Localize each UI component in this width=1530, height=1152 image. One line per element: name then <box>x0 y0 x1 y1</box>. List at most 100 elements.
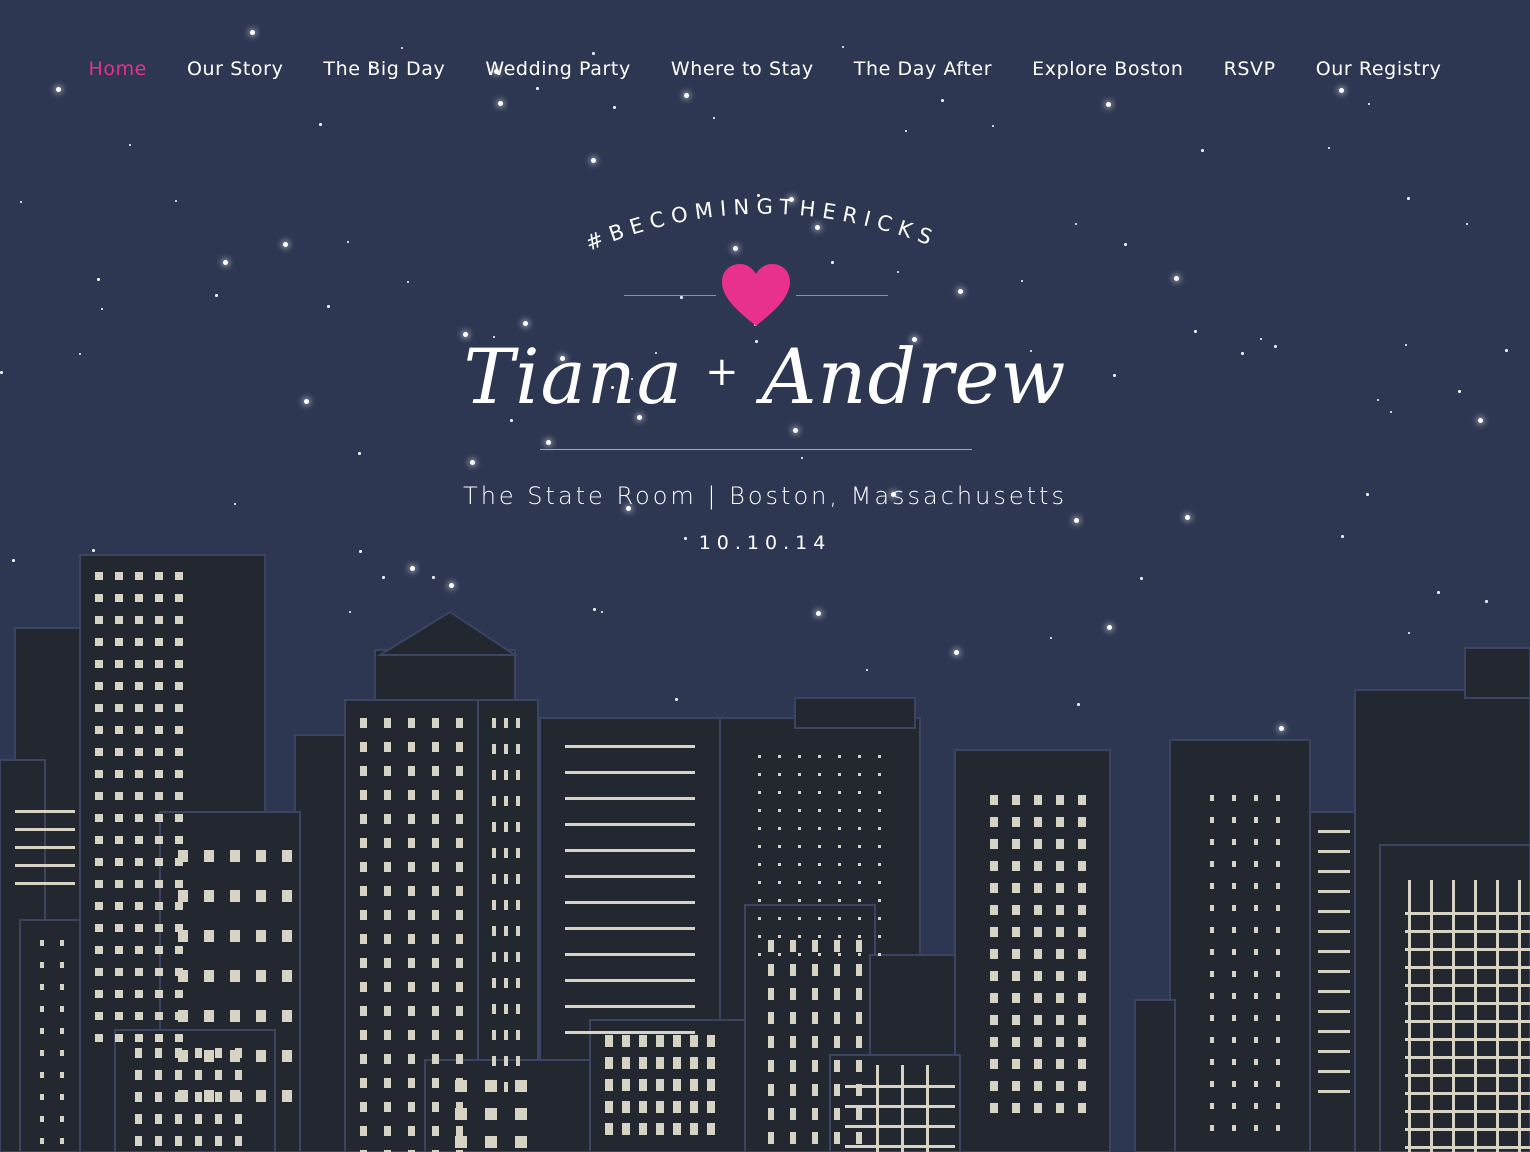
building-window <box>1318 970 1350 973</box>
building-window <box>155 770 163 778</box>
building-window <box>1276 905 1280 911</box>
building-window <box>1232 839 1236 845</box>
building-window <box>384 886 391 896</box>
building-window <box>758 809 761 812</box>
building-window <box>115 880 123 888</box>
building-window <box>408 1030 415 1040</box>
building-window <box>818 773 821 776</box>
building-window <box>230 970 240 982</box>
building-window <box>878 755 881 758</box>
building-window <box>1232 927 1236 933</box>
building-window <box>858 755 861 758</box>
building-window <box>384 790 391 800</box>
building-window <box>230 850 240 862</box>
building-window <box>504 874 508 884</box>
building-window <box>818 863 821 866</box>
building-window <box>838 827 841 830</box>
building-window <box>1210 1059 1214 1065</box>
building-window <box>235 1048 242 1058</box>
building-window <box>282 1090 292 1102</box>
building-window <box>115 924 123 932</box>
building-window <box>235 1092 242 1102</box>
building-window <box>195 1114 202 1124</box>
building-window <box>135 594 143 602</box>
building-window <box>1012 817 1020 827</box>
building-window <box>768 964 774 976</box>
building-window <box>758 845 761 848</box>
building-window <box>798 881 801 884</box>
building-window <box>812 1060 818 1072</box>
building-window <box>1034 839 1042 849</box>
building-window <box>515 1080 527 1092</box>
building-window <box>432 718 439 728</box>
building-window <box>155 902 163 910</box>
building-window <box>516 926 520 936</box>
building-window <box>990 817 998 827</box>
building-window <box>1210 1015 1214 1021</box>
building-window <box>565 745 695 748</box>
building-window <box>1276 1059 1280 1065</box>
building-window <box>384 862 391 872</box>
building-window <box>768 1084 774 1096</box>
building <box>829 1054 961 1152</box>
building-window <box>456 1006 463 1016</box>
building-window <box>1034 1059 1042 1069</box>
building-window <box>790 964 796 976</box>
building-window <box>175 638 183 646</box>
building-window <box>1012 861 1020 871</box>
building-window <box>1056 861 1064 871</box>
building-window <box>622 1123 630 1135</box>
building-window <box>135 726 143 734</box>
building-window <box>256 850 266 862</box>
building-window <box>1210 971 1214 977</box>
building-window <box>504 1030 508 1040</box>
building-window <box>215 1048 222 1058</box>
building-window <box>690 1123 698 1135</box>
building-window <box>40 1072 44 1078</box>
building-window <box>215 1070 222 1080</box>
building-window <box>95 748 103 756</box>
building-window <box>95 616 103 624</box>
building-window <box>1405 912 1530 915</box>
building-window <box>1254 993 1258 999</box>
building-window <box>1034 1037 1042 1047</box>
building-window <box>456 958 463 968</box>
building-window <box>485 1080 497 1092</box>
building-window <box>516 1004 520 1014</box>
building-window <box>516 978 520 988</box>
building-window <box>707 1035 715 1047</box>
building-window <box>778 827 781 830</box>
building-window <box>492 770 496 780</box>
building-window <box>15 846 75 849</box>
building-window <box>95 638 103 646</box>
building-window <box>408 1078 415 1088</box>
building-window <box>135 770 143 778</box>
building-window <box>565 927 695 930</box>
building-window <box>856 1060 862 1072</box>
building-window <box>178 890 188 902</box>
building-window <box>95 1034 103 1042</box>
building-window <box>1254 971 1258 977</box>
building-window <box>856 1132 862 1144</box>
building-window <box>838 953 841 956</box>
building-window <box>432 910 439 920</box>
building-window <box>1034 817 1042 827</box>
building-window <box>1210 1037 1214 1043</box>
building-window <box>408 1102 415 1112</box>
building-window <box>155 1092 162 1102</box>
building-window <box>707 1101 715 1113</box>
building-window <box>155 616 163 624</box>
building <box>1134 999 1176 1152</box>
building-window <box>1056 839 1064 849</box>
building-window <box>204 890 214 902</box>
building-window <box>639 1123 647 1135</box>
boston-skyline-illustration <box>0 554 1530 1152</box>
building-window <box>384 1126 391 1136</box>
building-window <box>858 845 861 848</box>
building-window <box>115 748 123 756</box>
building-window <box>95 572 103 580</box>
building-window <box>15 864 75 867</box>
building-window <box>1276 817 1280 823</box>
building-window <box>175 814 183 822</box>
building-window <box>178 1010 188 1022</box>
